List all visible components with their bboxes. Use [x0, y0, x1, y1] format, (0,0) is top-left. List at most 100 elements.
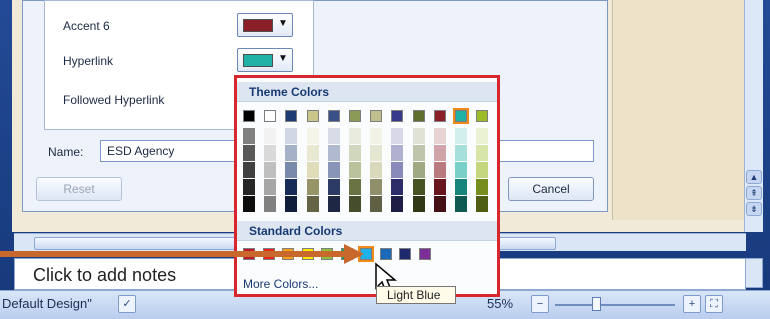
theme-color-shade[interactable] [285, 145, 298, 161]
theme-color-shade[interactable] [433, 196, 446, 212]
theme-color-shade[interactable] [285, 196, 298, 212]
theme-color-shade[interactable] [391, 162, 404, 178]
theme-color-shade[interactable] [285, 128, 298, 144]
hyperlink-color-button[interactable]: ▼ [237, 48, 293, 72]
theme-color-swatch[interactable] [476, 110, 489, 122]
theme-color-shade[interactable] [327, 196, 340, 212]
theme-color-shade[interactable] [243, 179, 255, 195]
theme-color-shade[interactable] [349, 162, 361, 178]
theme-color-shade[interactable] [285, 162, 298, 178]
zoom-slider-thumb[interactable] [592, 297, 601, 311]
theme-color-shade[interactable] [327, 179, 340, 195]
standard-color-swatch[interactable] [399, 248, 411, 260]
theme-color-swatch[interactable] [349, 110, 361, 122]
theme-color-shade[interactable] [306, 145, 319, 161]
theme-color-shade[interactable] [391, 128, 404, 144]
theme-color-swatch[interactable] [243, 110, 255, 122]
theme-color-shade[interactable] [306, 179, 319, 195]
next-slide-button[interactable]: ⇟ [746, 202, 762, 216]
zoom-level[interactable]: 55% [487, 296, 513, 311]
theme-color-shade[interactable] [349, 179, 361, 195]
theme-color-swatch[interactable] [264, 110, 277, 122]
theme-color-shade[interactable] [455, 162, 467, 178]
theme-color-shade[interactable] [370, 179, 383, 195]
theme-color-shade[interactable] [433, 128, 446, 144]
theme-color-shade[interactable] [285, 179, 298, 195]
theme-color-swatch[interactable] [327, 110, 340, 122]
name-label: Name: [48, 145, 84, 159]
theme-color-shade[interactable] [476, 128, 489, 144]
color-tooltip: Light Blue [376, 286, 456, 304]
theme-color-shade[interactable] [370, 196, 383, 212]
theme-color-shade[interactable] [455, 145, 467, 161]
scroll-up-button[interactable]: ▲ [746, 170, 762, 184]
theme-color-shade[interactable] [476, 196, 489, 212]
theme-color-shade[interactable] [349, 145, 361, 161]
theme-color-shade[interactable] [433, 145, 446, 161]
theme-color-shade[interactable] [412, 196, 425, 212]
vertical-scrollbar[interactable]: ▲ ⇞ ⇟ [744, 0, 763, 232]
theme-color-shade[interactable] [391, 145, 404, 161]
standard-color-swatch[interactable] [418, 248, 431, 260]
theme-color-shade[interactable] [412, 179, 425, 195]
fit-icon[interactable]: ⛶ [705, 295, 723, 313]
color-palette-dropdown: Theme Colors Standard Colors More Colors… [234, 75, 500, 297]
theme-color-swatch[interactable] [285, 110, 298, 122]
theme-color-shade[interactable] [264, 179, 277, 195]
theme-color-shade[interactable] [433, 162, 446, 178]
theme-color-shade[interactable] [412, 128, 425, 144]
theme-color-shade[interactable] [243, 162, 255, 178]
theme-color-swatch[interactable] [370, 110, 383, 122]
theme-color-shade[interactable] [349, 128, 361, 144]
theme-color-swatch[interactable] [306, 110, 319, 122]
theme-color-shade[interactable] [455, 196, 467, 212]
previous-slide-button[interactable]: ⇞ [746, 186, 762, 200]
theme-color-shade[interactable] [370, 162, 383, 178]
more-colors-link[interactable]: More Colors... [243, 277, 318, 291]
theme-color-swatch[interactable] [433, 110, 446, 122]
theme-color-shade[interactable] [243, 196, 255, 212]
theme-color-shade[interactable] [476, 179, 489, 195]
theme-color-shade[interactable] [243, 128, 255, 144]
theme-color-shade[interactable] [455, 179, 467, 195]
theme-color-shade[interactable] [327, 162, 340, 178]
theme-color-shade[interactable] [476, 145, 489, 161]
theme-colors-header: Theme Colors [237, 82, 497, 102]
plus-icon[interactable]: + [683, 295, 701, 313]
theme-color-shade[interactable] [264, 196, 277, 212]
chevron-down-icon: ▼ [278, 18, 288, 29]
theme-color-shade[interactable] [476, 162, 489, 178]
reset-button[interactable]: Reset [36, 177, 122, 201]
theme-color-shade[interactable] [306, 162, 319, 178]
theme-color-shade[interactable] [306, 196, 319, 212]
theme-color-shade[interactable] [243, 145, 255, 161]
theme-color-shade[interactable] [327, 128, 340, 144]
chevron-down-icon: ▼ [278, 53, 288, 64]
theme-color-shade[interactable] [391, 179, 404, 195]
theme-color-shade[interactable] [391, 196, 404, 212]
theme-color-swatch[interactable] [412, 110, 425, 122]
zoom-slider-track[interactable] [555, 304, 675, 306]
theme-color-shade[interactable] [455, 128, 467, 144]
cancel-button[interactable]: Cancel [508, 177, 594, 201]
theme-color-shade[interactable] [433, 179, 446, 195]
theme-color-shade[interactable] [327, 145, 340, 161]
selected-color-indicator [453, 108, 469, 124]
hyperlink-swatch [243, 54, 273, 67]
theme-color-shade[interactable] [349, 196, 361, 212]
theme-name: Default Design" [2, 296, 92, 311]
check-icon[interactable]: ✓ [118, 295, 136, 313]
theme-color-shade[interactable] [264, 145, 277, 161]
theme-color-shade[interactable] [264, 162, 277, 178]
theme-color-shade[interactable] [412, 145, 425, 161]
accent-6-color-button[interactable]: ▼ [237, 13, 293, 37]
minus-icon[interactable]: − [531, 295, 549, 313]
notes-scrollbar[interactable] [745, 258, 763, 288]
theme-color-shade[interactable] [412, 162, 425, 178]
theme-color-shade[interactable] [306, 128, 319, 144]
standard-color-swatch[interactable] [379, 248, 392, 260]
theme-color-shade[interactable] [370, 145, 383, 161]
theme-color-swatch[interactable] [391, 110, 404, 122]
theme-color-shade[interactable] [264, 128, 277, 144]
theme-color-shade[interactable] [370, 128, 383, 144]
